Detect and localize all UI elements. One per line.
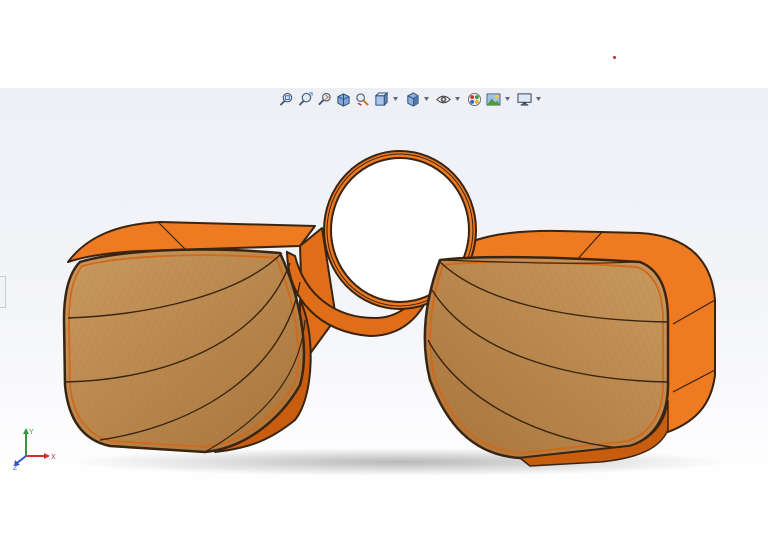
triad-y-label: Y	[29, 429, 34, 436]
triad-x-arrowhead	[44, 453, 50, 459]
triad-z-axis	[16, 455, 27, 464]
triad-x-label: X	[51, 454, 56, 461]
3d-part-model[interactable]	[0, 0, 768, 550]
triad-z-label: Z	[13, 465, 18, 470]
left-wood-face	[62, 248, 306, 454]
reference-triad: Y X Z	[13, 428, 56, 470]
right-wood-face	[423, 255, 670, 460]
